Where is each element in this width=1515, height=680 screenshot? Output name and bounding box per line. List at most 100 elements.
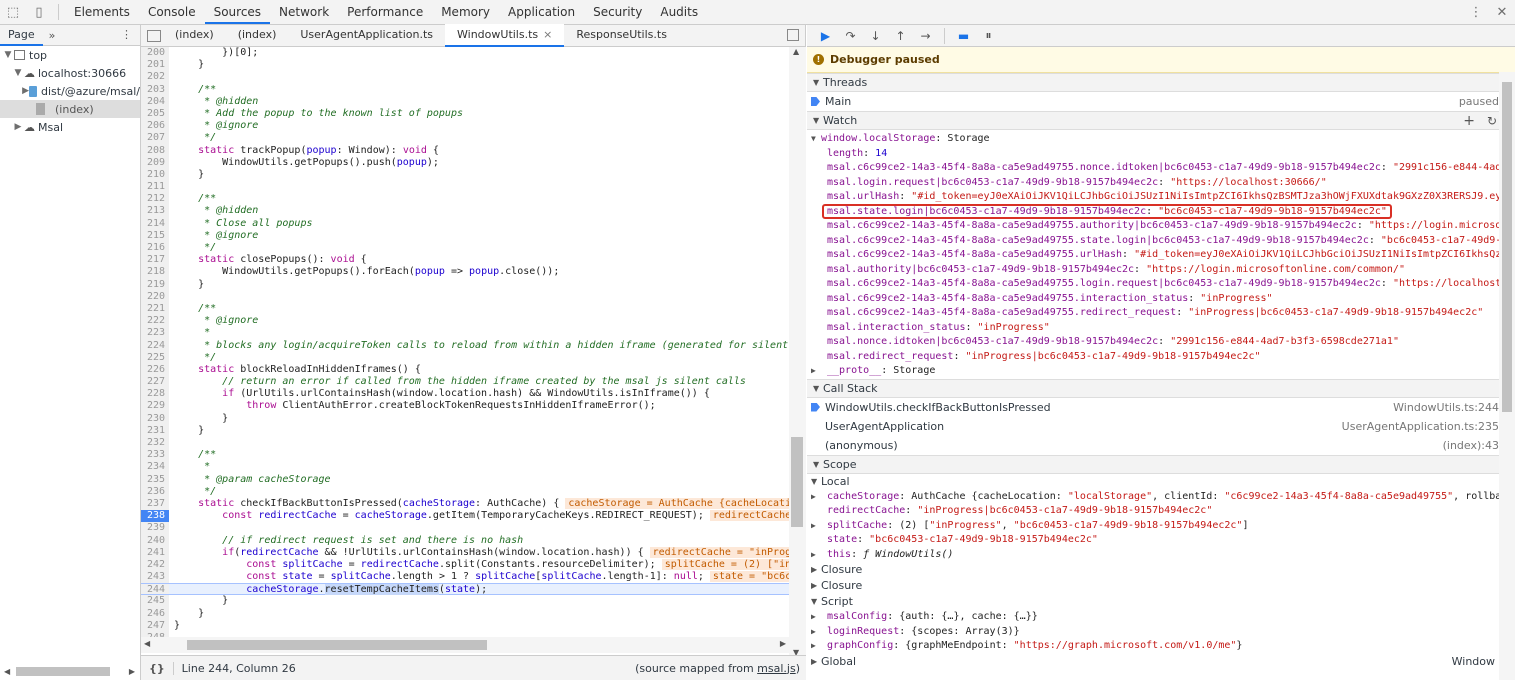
panel-tab-network[interactable]: Network: [270, 0, 338, 24]
code-line[interactable]: 238 const redirectCache = cacheStorage.g…: [141, 510, 789, 523]
code-line[interactable]: 210 }: [141, 168, 789, 182]
scroll-left-icon[interactable]: ◀: [4, 667, 10, 676]
code-line[interactable]: 222 * @ignore: [141, 315, 789, 328]
line-number[interactable]: 204: [141, 95, 169, 108]
code-line[interactable]: 240 // if redirect request is set and th…: [141, 534, 789, 547]
line-number[interactable]: 226: [141, 363, 169, 377]
line-number[interactable]: 205: [141, 107, 169, 121]
step-icon[interactable]: →: [913, 29, 938, 43]
panel-tab-elements[interactable]: Elements: [65, 0, 139, 24]
line-number[interactable]: 233: [141, 449, 169, 462]
frame-location[interactable]: UserAgentApplication.ts:235: [1342, 420, 1499, 433]
scope-entry[interactable]: ▶ loginRequest: {scopes: Array(3)}: [807, 625, 1515, 640]
editor-tab[interactable]: WindowUtils.ts ×: [445, 24, 565, 47]
step-out-icon[interactable]: ↑: [888, 29, 913, 43]
watch-entry[interactable]: msal.c6c99ce2-14a3-45f4-8a8a-ca5e9ad4975…: [807, 292, 1515, 307]
line-number[interactable]: 224: [141, 339, 169, 352]
toggle-navigator-icon[interactable]: [147, 29, 161, 42]
line-number[interactable]: 241: [141, 546, 169, 559]
code-line[interactable]: 219 }: [141, 278, 789, 291]
tree-item-dist-folder[interactable]: ▶ dist/@azure/msal/: [0, 82, 140, 100]
line-number[interactable]: 215: [141, 229, 169, 242]
line-number[interactable]: 237: [141, 497, 169, 511]
code-line[interactable]: 245 }: [141, 595, 789, 608]
code-line[interactable]: 220: [141, 290, 789, 303]
scope-entry[interactable]: ▶ this: ƒ WindowUtils(): [807, 548, 1515, 563]
code-line[interactable]: 232: [141, 437, 789, 450]
code-line[interactable]: 213 * @hidden: [141, 205, 789, 218]
watch-entry[interactable]: msal.interaction_status: "inProgress": [807, 321, 1515, 336]
step-into-icon[interactable]: ↓: [863, 29, 888, 43]
close-tab-icon[interactable]: ×: [543, 28, 552, 41]
frame-location[interactable]: (index):43: [1443, 439, 1499, 452]
code-line[interactable]: 227 // return an error if called from th…: [141, 376, 789, 389]
resume-icon[interactable]: ▶: [813, 29, 838, 43]
line-number[interactable]: 219: [141, 278, 169, 291]
line-number[interactable]: 201: [141, 59, 169, 72]
scrollbar-thumb[interactable]: [1502, 82, 1512, 412]
navigator-horizontal-scrollbar[interactable]: ◀ ▶: [0, 664, 141, 678]
watch-entry[interactable]: msal.redirect_request: "inProgress|bc6c0…: [807, 350, 1515, 365]
code-line[interactable]: 230 }: [141, 412, 789, 425]
editor-tab[interactable]: UserAgentApplication.ts: [288, 24, 445, 47]
scope-section-header[interactable]: ▼ Scope: [807, 454, 1515, 474]
line-number[interactable]: 235: [141, 473, 169, 486]
code-line[interactable]: 218 WindowUtils.getPopups().forEach(popu…: [141, 266, 789, 279]
code-line[interactable]: 236 */: [141, 485, 789, 498]
pause-on-exceptions-icon[interactable]: ⏸: [976, 28, 1001, 43]
scroll-up-icon[interactable]: ▲: [793, 47, 799, 56]
code-line[interactable]: 246 }: [141, 607, 789, 620]
navigator-more-tabs-button[interactable]: »: [43, 29, 62, 42]
watch-entry[interactable]: msal.c6c99ce2-14a3-45f4-8a8a-ca5e9ad4975…: [807, 248, 1515, 263]
line-number[interactable]: 218: [141, 266, 169, 279]
code-line[interactable]: 235 * @param cacheStorage: [141, 473, 789, 486]
line-number[interactable]: 200: [141, 47, 169, 60]
watch-entry[interactable]: msal.state.login|bc6c0453-c1a7-49d9-9b18…: [807, 203, 1515, 220]
line-number[interactable]: 207: [141, 132, 169, 145]
editor-horizontal-scrollbar[interactable]: ◀ ▶: [141, 637, 789, 653]
line-number[interactable]: 209: [141, 156, 169, 169]
navigator-tab-page[interactable]: Page: [0, 25, 43, 46]
editor-tab[interactable]: (index): [226, 24, 289, 47]
line-number[interactable]: 206: [141, 120, 169, 133]
line-number[interactable]: 210: [141, 168, 169, 182]
scope-entry[interactable]: ▶ cacheStorage: AuthCache {cacheLocation:…: [807, 490, 1515, 505]
call-frame[interactable]: UserAgentApplication UserAgentApplication…: [807, 417, 1515, 436]
line-number[interactable]: 225: [141, 351, 169, 364]
editor-vertical-scrollbar[interactable]: ▲ ▼: [789, 47, 806, 657]
code-line[interactable]: 244 cacheStorage.resetTempCacheItems(sta…: [141, 583, 789, 596]
code-line[interactable]: 225 */: [141, 351, 789, 364]
line-number[interactable]: 217: [141, 254, 169, 267]
line-number[interactable]: 214: [141, 217, 169, 230]
tree-item-top[interactable]: ▼ top: [0, 46, 140, 64]
scroll-right-icon[interactable]: ▶: [780, 639, 786, 648]
code-line[interactable]: 242 const splitCache = redirectCache.spl…: [141, 558, 789, 572]
panel-tab-application[interactable]: Application: [499, 0, 584, 24]
watch-entry[interactable]: msal.c6c99ce2-14a3-45f4-8a8a-ca5e9ad4975…: [807, 277, 1515, 292]
scope-entry[interactable]: state: "bc6c0453-c1a7-49d9-9b18-9157b494…: [807, 533, 1515, 548]
line-number[interactable]: 244: [141, 584, 169, 595]
line-number[interactable]: 223: [141, 327, 169, 340]
watch-entry[interactable]: ▶ __proto__: Storage: [807, 364, 1515, 379]
close-icon[interactable]: ✕: [1489, 0, 1515, 24]
watch-entry[interactable]: ▼ window.localStorage: Storage: [807, 132, 1515, 147]
line-number[interactable]: 203: [141, 83, 169, 96]
editor-tab[interactable]: ResponseUtils.ts: [564, 24, 679, 47]
watch-entry[interactable]: msal.c6c99ce2-14a3-45f4-8a8a-ca5e9ad4975…: [807, 219, 1515, 234]
code-line[interactable]: 205 * Add the popup to the known list of…: [141, 107, 789, 121]
code-line[interactable]: 214 * Close all popups: [141, 217, 789, 230]
scrollbar-thumb[interactable]: [187, 640, 487, 650]
code-line[interactable]: 212 /**: [141, 193, 789, 206]
scope-entry[interactable]: redirectCache: "inProgress|bc6c0453-c1a7…: [807, 504, 1515, 519]
watch-entry[interactable]: msal.login.request|bc6c0453-c1a7-49d9-9b…: [807, 176, 1515, 191]
line-number[interactable]: 208: [141, 144, 169, 157]
scope-script-header[interactable]: ▼ Script: [807, 594, 1515, 610]
add-watch-icon[interactable]: +: [1463, 113, 1475, 129]
call-stack-section-header[interactable]: ▼ Call Stack: [807, 378, 1515, 398]
tree-item-index[interactable]: (index): [0, 100, 140, 118]
code-line[interactable]: 243 const state = splitCache.length > 1 …: [141, 571, 789, 584]
panel-tab-security[interactable]: Security: [584, 0, 651, 24]
panel-tab-performance[interactable]: Performance: [338, 0, 432, 24]
call-frame[interactable]: WindowUtils.checkIfBackButtonIsPressed Wi…: [807, 398, 1515, 417]
code-line[interactable]: 229 throw ClientAuthError.createBlockTok…: [141, 400, 789, 413]
